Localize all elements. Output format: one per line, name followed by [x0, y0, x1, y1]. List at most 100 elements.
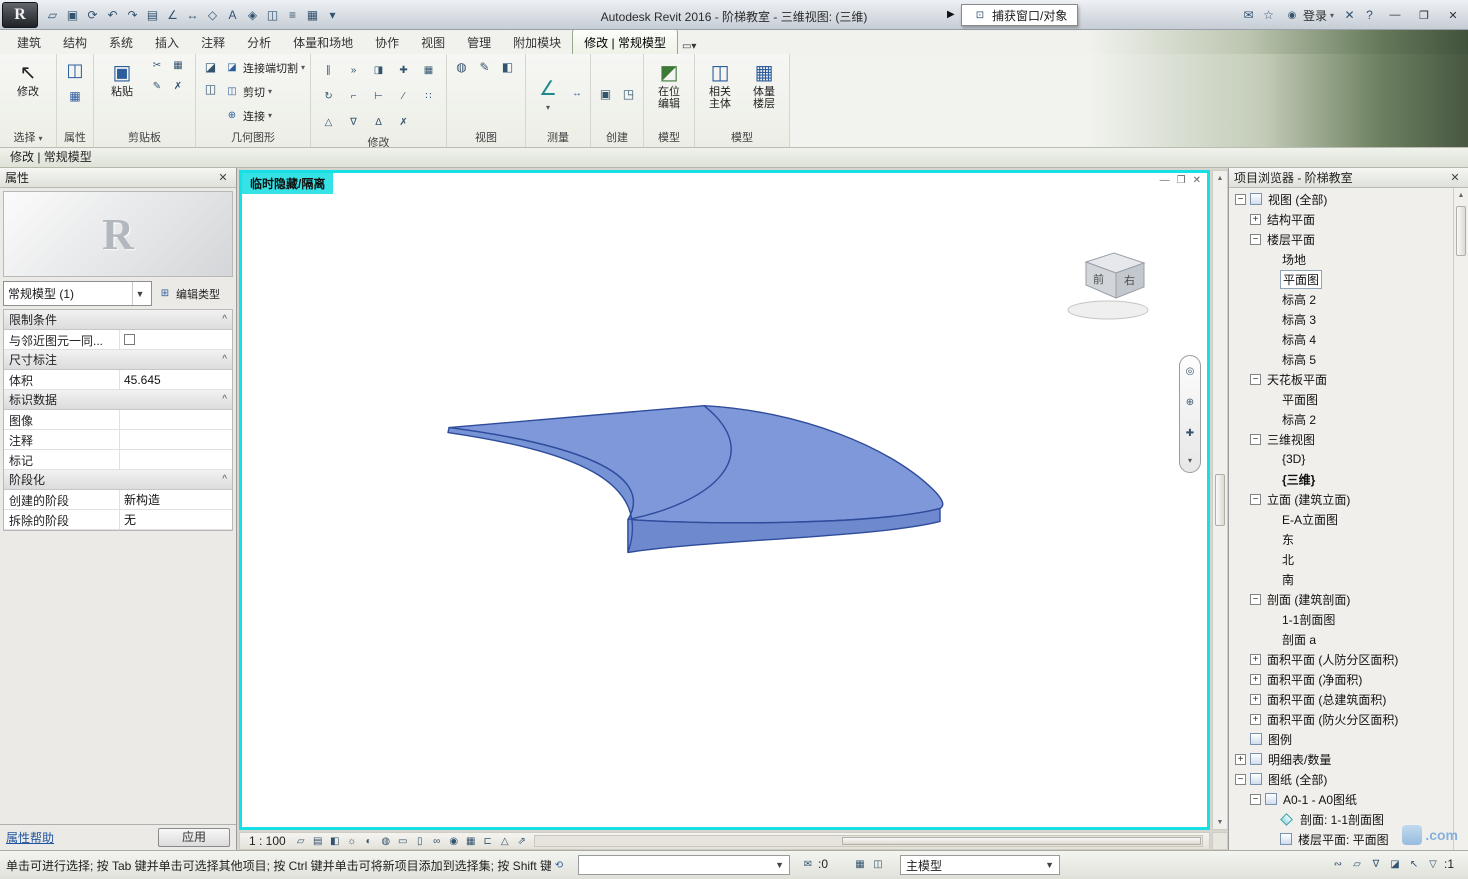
links-icon[interactable]: ∾: [1330, 856, 1346, 872]
tree-item[interactable]: 标高 2: [1229, 289, 1468, 309]
panel-label-view[interactable]: 视图: [447, 130, 525, 147]
design-option-dropdown[interactable]: 主模型 ▼: [900, 855, 1060, 875]
collapse-icon[interactable]: −: [1250, 794, 1261, 805]
horizontal-scrollbar[interactable]: [534, 835, 1203, 847]
section-collapse-icon[interactable]: ^: [222, 314, 227, 325]
visual-style-icon[interactable]: ◧: [327, 833, 343, 849]
zoom-tool-icon[interactable]: ⊕: [1182, 394, 1198, 410]
default-3d-icon[interactable]: ◈: [243, 5, 262, 24]
tree-item[interactable]: 平面图: [1229, 269, 1468, 289]
aligned-dim-icon[interactable]: ↔: [183, 5, 202, 24]
temporary-hide-isolate-badge[interactable]: 临时隐藏/隔离: [242, 173, 333, 194]
tree-item[interactable]: −A0-1 - A0图纸: [1229, 789, 1468, 809]
tree-item[interactable]: −剖面 (建筑剖面): [1229, 589, 1468, 609]
communication-icon[interactable]: ✉: [1239, 6, 1258, 25]
property-section-header[interactable]: 尺寸标注^: [4, 350, 232, 370]
scroll-down-icon[interactable]: ▼: [1213, 815, 1227, 829]
expand-icon[interactable]: +: [1235, 754, 1246, 765]
panel-label-geometry[interactable]: 几何图形: [196, 130, 310, 147]
ribbon-display-toggle-icon[interactable]: ▭▾: [682, 41, 696, 52]
browser-scroll-thumb[interactable]: [1456, 206, 1466, 256]
move-icon[interactable]: ✚: [396, 62, 412, 78]
context-tab-modify-generic-model[interactable]: 修改 | 常规模型: [572, 29, 678, 54]
tree-item[interactable]: +面积平面 (总建筑面积): [1229, 689, 1468, 709]
vertical-scroll-thumb[interactable]: [1215, 474, 1225, 527]
ribbon-tab-结构[interactable]: 结构: [52, 30, 98, 54]
checkbox[interactable]: [124, 334, 135, 345]
measure-icon[interactable]: ∠: [163, 5, 182, 24]
scale-icon[interactable]: △: [321, 114, 337, 130]
exchange-apps-icon[interactable]: ✕: [1340, 6, 1359, 25]
unpin-icon[interactable]: ∆: [371, 114, 387, 130]
view-restore-icon[interactable]: ❐: [1177, 175, 1186, 186]
copy-icon[interactable]: ▦: [421, 62, 437, 78]
project-browser-header[interactable]: 项目浏览器 - 阶梯教室 ✕: [1229, 168, 1468, 188]
vertical-scrollbar[interactable]: ▲ ▼: [1212, 170, 1228, 830]
tree-item[interactable]: 场地: [1229, 249, 1468, 269]
pin-icon[interactable]: ∇: [346, 114, 362, 130]
tree-item[interactable]: 标高 2: [1229, 409, 1468, 429]
ribbon-tab-分析[interactable]: 分析: [236, 30, 282, 54]
view-cube[interactable]: 前 右: [1066, 246, 1161, 324]
property-value[interactable]: [120, 450, 232, 469]
collapse-icon[interactable]: −: [1250, 234, 1261, 245]
workset-dropdown[interactable]: ▼: [578, 855, 790, 875]
collapse-icon[interactable]: −: [1235, 774, 1246, 785]
tree-item[interactable]: −天花板平面: [1229, 369, 1468, 389]
selection-options-icon[interactable]: ⟲: [551, 857, 567, 873]
ribbon-tab-视图[interactable]: 视图: [410, 30, 456, 54]
extend-icon[interactable]: ⊢: [371, 88, 387, 104]
tree-item[interactable]: 标高 3: [1229, 309, 1468, 329]
modify-tool-button[interactable]: ↖ 修改: [5, 57, 51, 100]
tree-item[interactable]: 东: [1229, 529, 1468, 549]
switch-windows-icon[interactable]: ▦: [303, 5, 322, 24]
panel-label-measure[interactable]: 测量: [526, 130, 590, 147]
tree-item[interactable]: +面积平面 (防火分区面积): [1229, 709, 1468, 729]
measure-button[interactable]: ∠ ▾: [531, 74, 565, 114]
tree-item[interactable]: +面积平面 (人防分区面积): [1229, 649, 1468, 669]
tree-item[interactable]: 图例: [1229, 729, 1468, 749]
section-collapse-icon[interactable]: ^: [222, 394, 227, 405]
customize-icon[interactable]: ▾: [323, 5, 342, 24]
panel-label-model-2[interactable]: 模型: [695, 130, 789, 147]
cope-button[interactable]: ◪ 连接端切割▾: [224, 57, 305, 78]
expand-icon[interactable]: +: [1250, 674, 1261, 685]
create-similar-icon[interactable]: ◳: [619, 84, 638, 103]
hide-isolate-icon[interactable]: ∞: [429, 833, 445, 849]
delete-clip-icon[interactable]: ✗: [170, 78, 186, 94]
funnel-icon[interactable]: ▽: [1425, 856, 1441, 872]
print-icon[interactable]: ▤: [143, 5, 162, 24]
detail-level-icon[interactable]: ▤: [310, 833, 326, 849]
properties-panel-header[interactable]: 属性 ✕: [0, 168, 236, 188]
align-icon[interactable]: ∥: [321, 62, 337, 78]
view-cube-front-label[interactable]: 前: [1093, 272, 1104, 286]
panel-label-model-1[interactable]: 模型: [644, 130, 694, 147]
panel-label-create[interactable]: 创建: [591, 130, 643, 147]
offset-icon[interactable]: »: [346, 62, 362, 78]
tree-item[interactable]: 1-1剖面图: [1229, 609, 1468, 629]
constraints-icon[interactable]: ⊏: [480, 833, 496, 849]
tree-item[interactable]: {3D}: [1229, 449, 1468, 469]
property-section-header[interactable]: 标识数据^: [4, 390, 232, 410]
editing-requests-indicator[interactable]: ✉ :0: [800, 856, 828, 872]
workset-display-icon[interactable]: ◫: [870, 856, 886, 872]
navigation-wheel-icon[interactable]: ◎: [1182, 363, 1198, 379]
ribbon-tab-协作[interactable]: 协作: [364, 30, 410, 54]
match-type-icon[interactable]: ✎: [149, 78, 165, 94]
view-window-3d[interactable]: 临时隐藏/隔离 — ❐ ✕ 前 右 ◎ ⊕ ✚ ▾: [239, 170, 1210, 830]
tree-item[interactable]: −视图 (全部): [1229, 189, 1468, 209]
panel-label-select[interactable]: 选择 ▾: [0, 130, 56, 147]
render-icon[interactable]: ◍: [378, 833, 394, 849]
ribbon-tab-体量和场地[interactable]: 体量和场地: [282, 30, 364, 54]
apply-button[interactable]: 应用: [158, 828, 230, 847]
pinned-icon[interactable]: ∇: [1368, 856, 1384, 872]
split-icon[interactable]: ∕: [396, 88, 412, 104]
tree-item[interactable]: −图纸 (全部): [1229, 769, 1468, 789]
ribbon-tab-管理[interactable]: 管理: [456, 30, 502, 54]
crop-view-icon[interactable]: ▭: [395, 833, 411, 849]
tag-icon[interactable]: ◇: [203, 5, 222, 24]
open-icon[interactable]: ▱: [43, 5, 62, 24]
expand-icon[interactable]: +: [1250, 214, 1261, 225]
view-cube-right-label[interactable]: 右: [1124, 273, 1135, 287]
collapse-icon[interactable]: −: [1250, 494, 1261, 505]
